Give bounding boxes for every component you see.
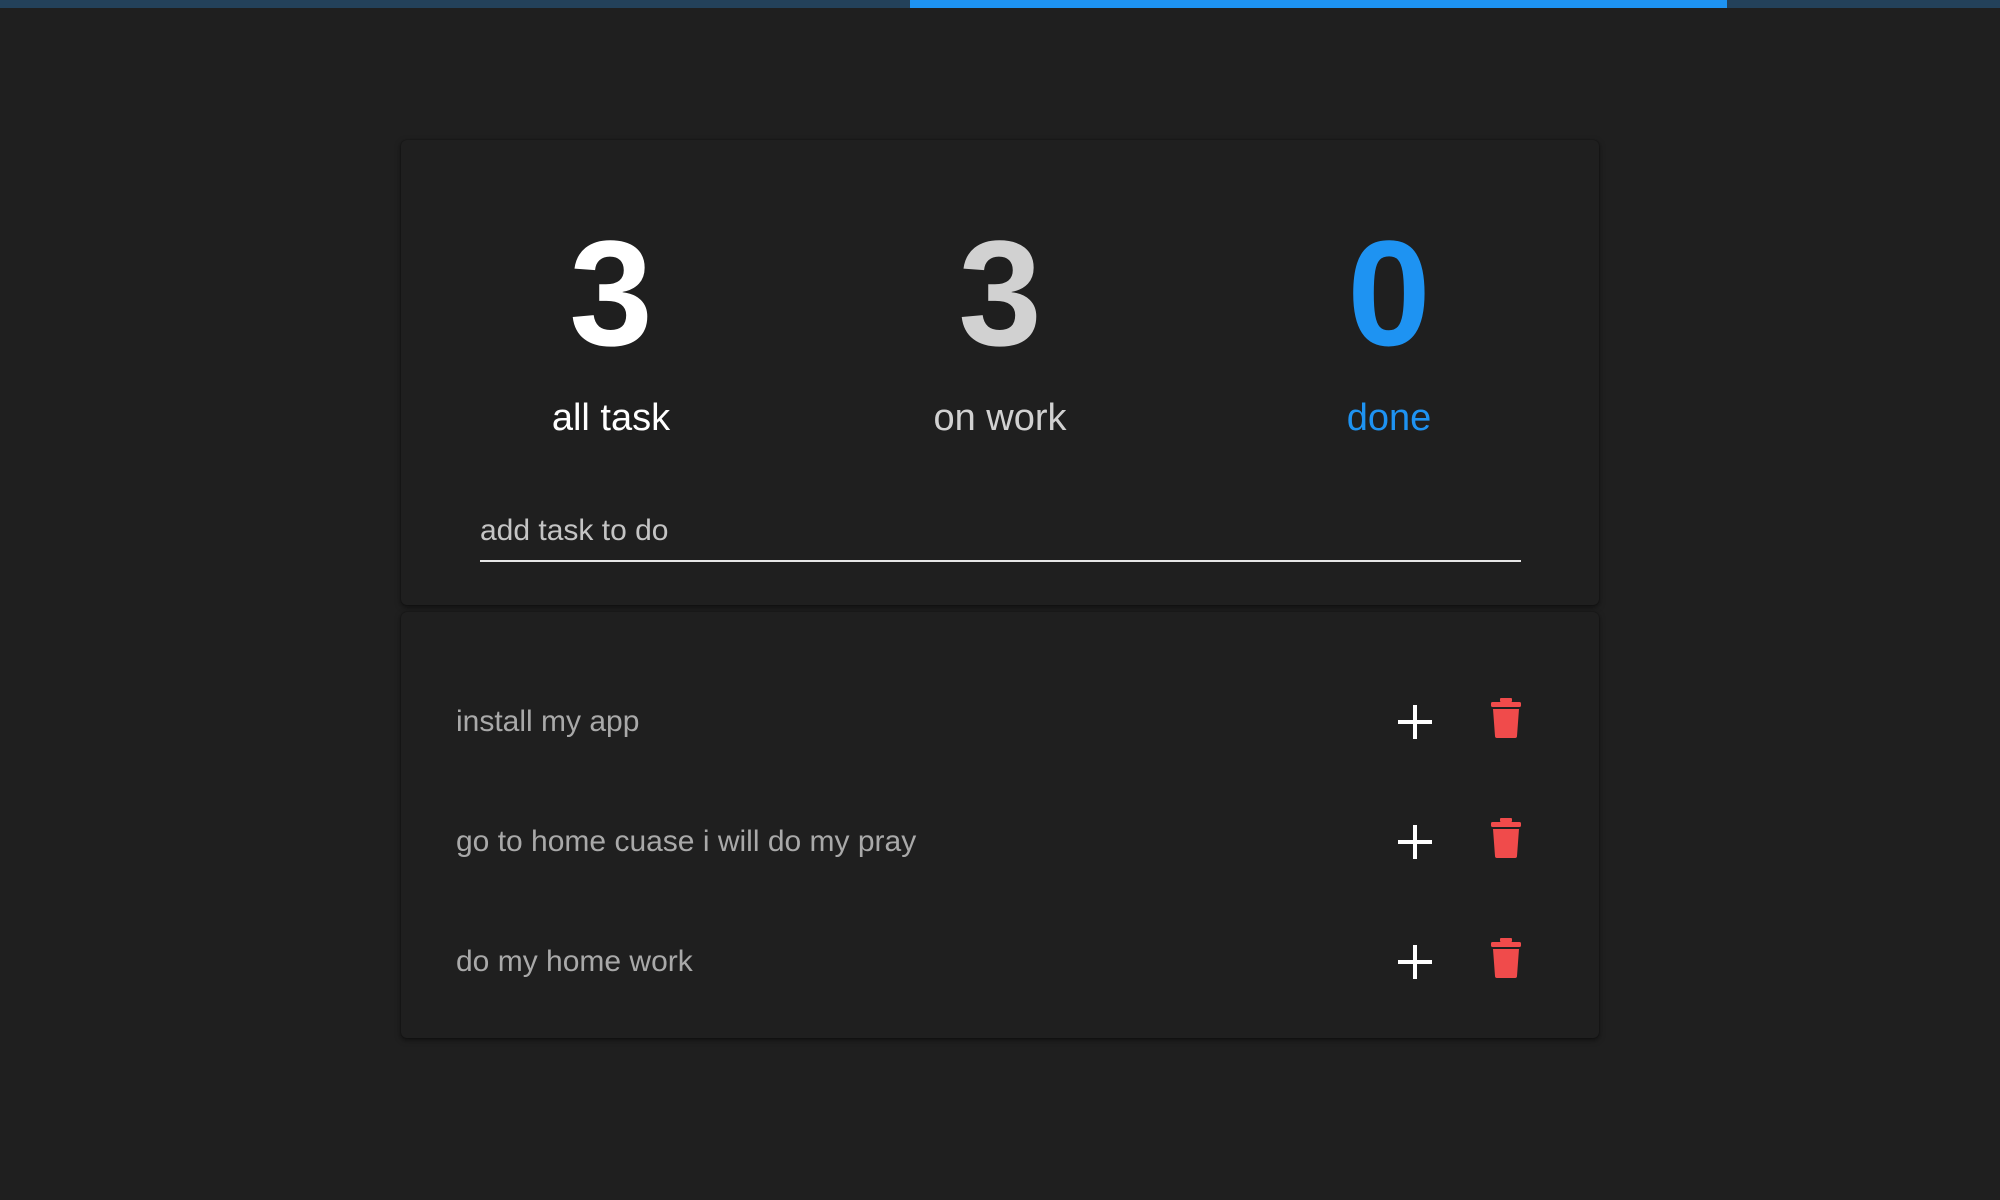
stats-card: 3 all task 3 on work 0 done: [401, 140, 1599, 605]
trash-icon[interactable]: [1491, 818, 1521, 858]
task-text: go to home cuase i will do my pray: [456, 825, 917, 858]
task-text: do my home work: [456, 945, 693, 978]
progress-bar-fill: [910, 0, 1727, 8]
task-list: install my app go to home cuase i will d…: [401, 612, 1599, 1038]
done-label: done: [1346, 397, 1432, 439]
progress-bar: [0, 0, 2000, 8]
task-row: go to home cuase i will do my pray: [401, 802, 1599, 882]
done-count: 0: [1347, 209, 1431, 377]
trash-icon[interactable]: [1491, 698, 1521, 738]
task-row: do my home work: [401, 922, 1599, 1002]
task-text: install my app: [456, 705, 640, 738]
on-work-label: on work: [933, 397, 1067, 439]
plus-icon[interactable]: [1395, 702, 1435, 742]
on-work-count: 3: [958, 209, 1042, 377]
all-task-label: all task: [551, 397, 671, 439]
plus-icon[interactable]: [1395, 822, 1435, 862]
add-task-input[interactable]: [480, 502, 1521, 562]
plus-icon[interactable]: [1395, 942, 1435, 982]
task-row: install my app: [401, 682, 1599, 762]
trash-icon[interactable]: [1491, 938, 1521, 978]
all-task-count: 3: [569, 209, 653, 377]
